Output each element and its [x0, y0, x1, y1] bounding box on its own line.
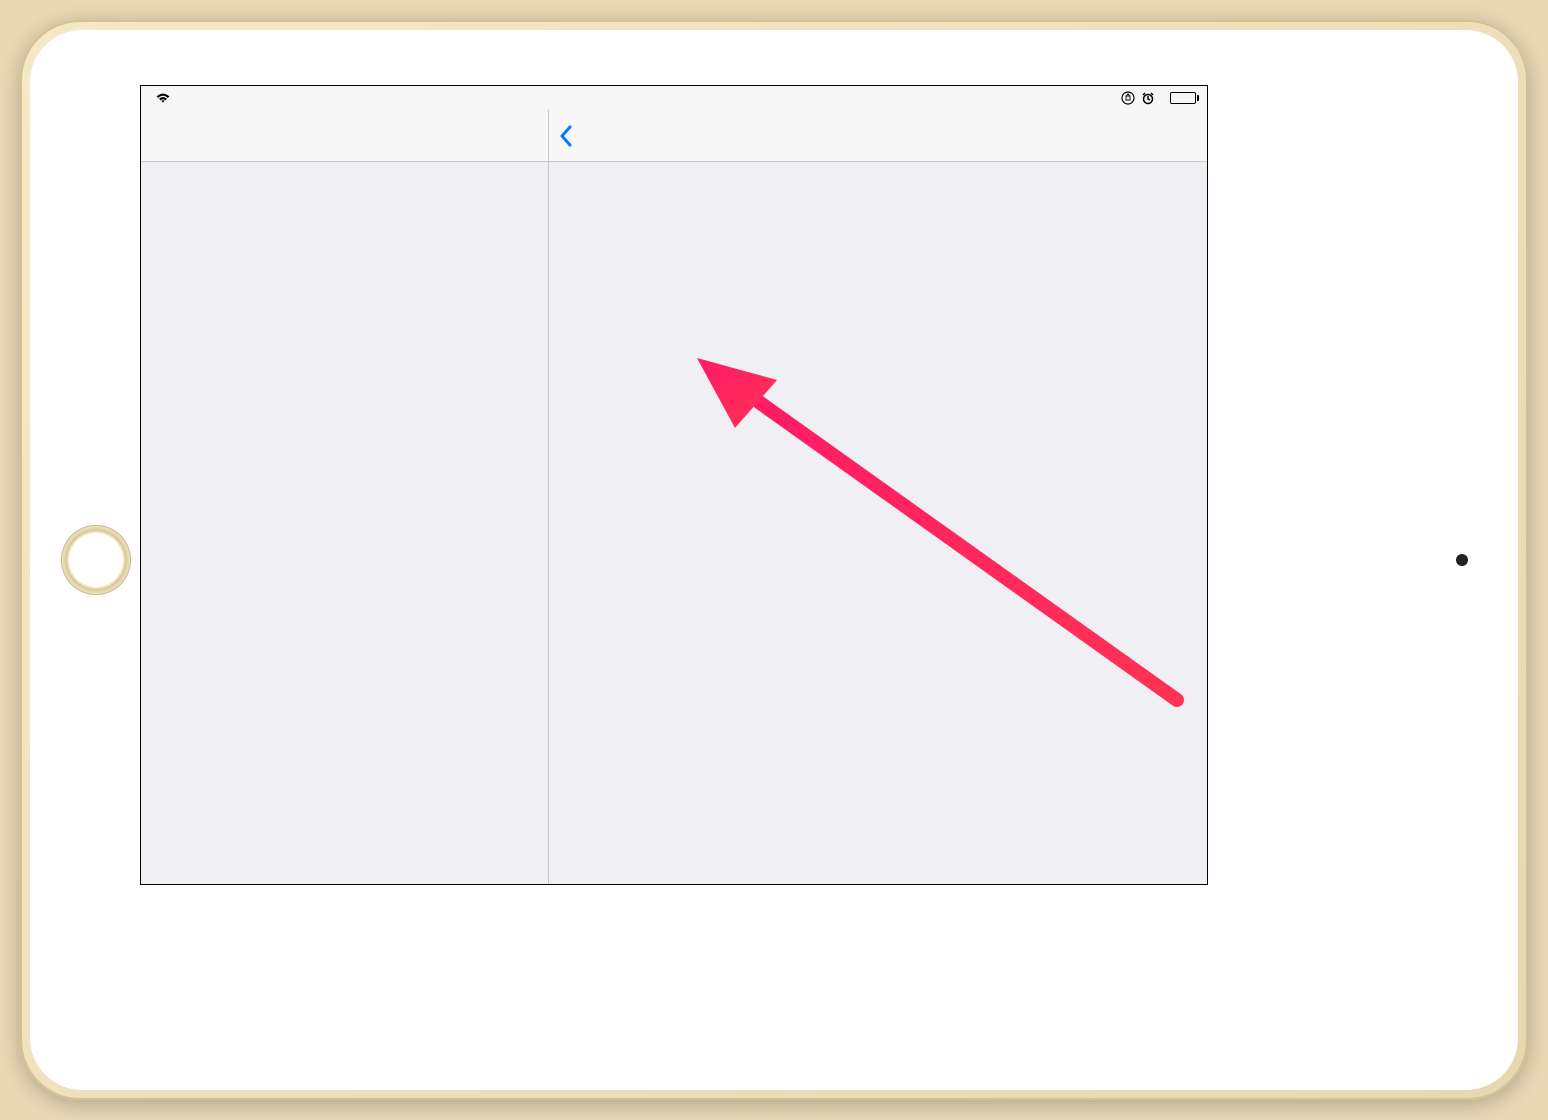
detail-scroll[interactable] — [549, 162, 1207, 884]
chevron-left-icon — [559, 125, 573, 147]
back-button[interactable] — [559, 125, 577, 147]
ipad-bezel — [30, 30, 1518, 1090]
ipad-frame — [20, 20, 1528, 1100]
front-camera — [1456, 554, 1468, 566]
battery-icon — [1167, 92, 1199, 104]
settings-sidebar — [141, 110, 549, 884]
wifi-icon — [155, 92, 171, 104]
detail-header — [549, 110, 1207, 162]
sidebar-scroll[interactable] — [141, 162, 548, 884]
home-button[interactable] — [62, 526, 130, 594]
orientation-lock-icon — [1121, 91, 1135, 105]
status-bar — [141, 86, 1207, 110]
detail-pane — [549, 110, 1207, 884]
alarm-icon — [1141, 91, 1155, 105]
screen — [140, 85, 1208, 885]
sidebar-title — [141, 110, 548, 162]
